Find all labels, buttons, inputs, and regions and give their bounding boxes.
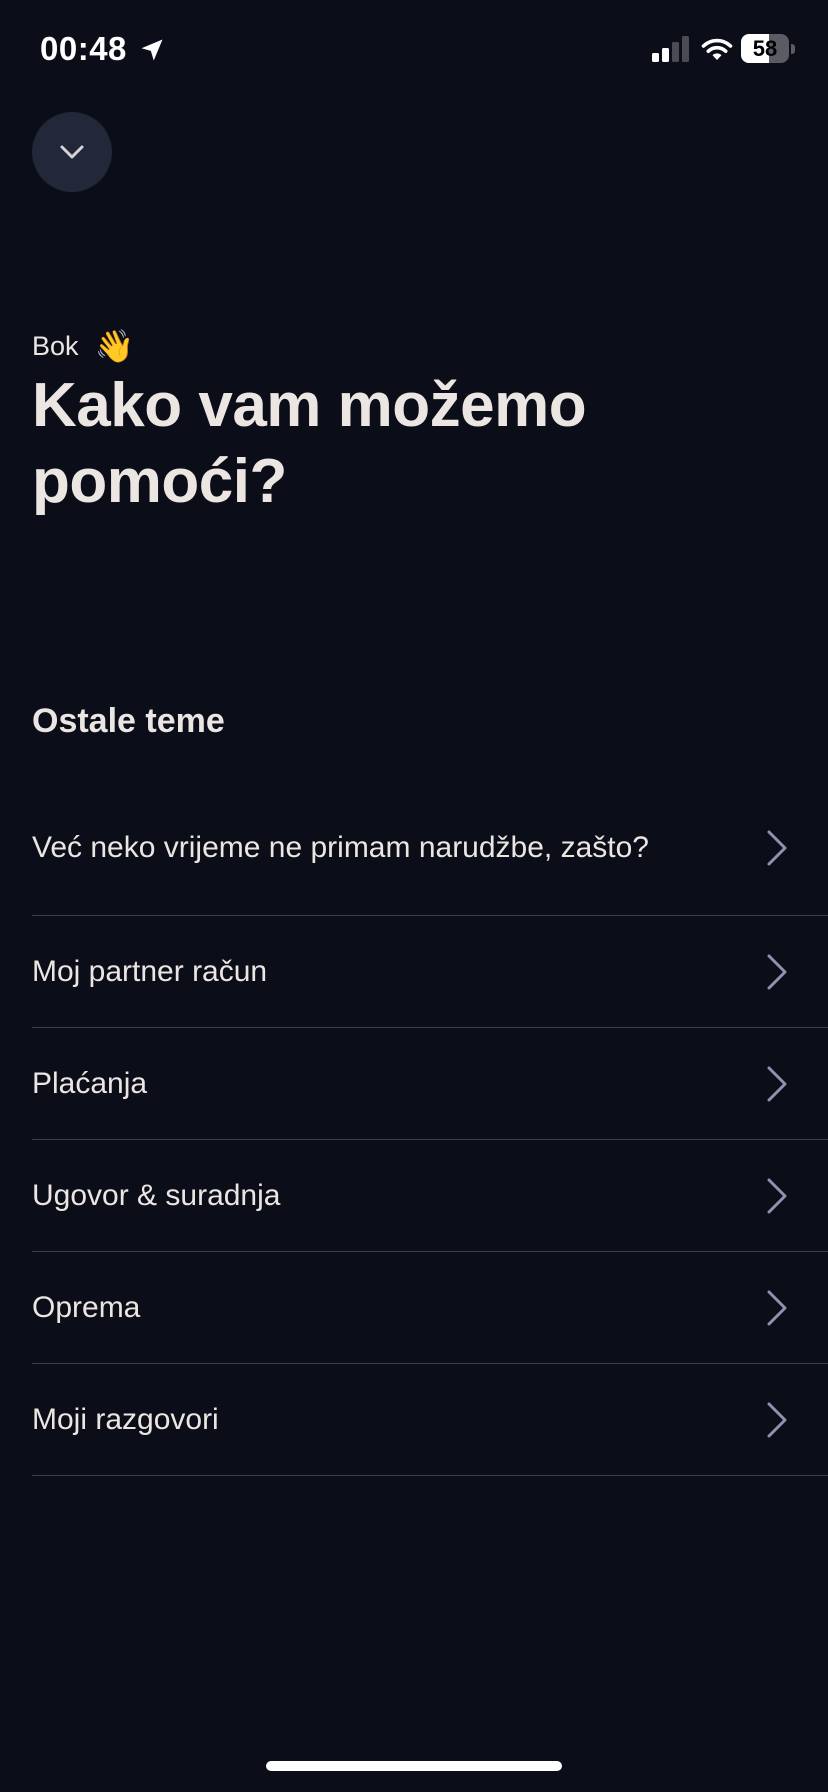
- chevron-right-icon: [767, 1066, 787, 1101]
- chevron-right-icon: [767, 1290, 787, 1325]
- topic-label: Ugovor & suradnja: [32, 1178, 281, 1212]
- topic-label: Plaćanja: [32, 1066, 148, 1100]
- battery-body: 58: [741, 34, 789, 63]
- battery-percent: 58: [752, 36, 778, 61]
- topic-label: Već neko vrijeme ne primam narudžbe, zaš…: [32, 830, 649, 864]
- section-title: Ostale teme: [32, 702, 225, 740]
- battery-cap: [791, 44, 795, 54]
- waving-hand-icon: 👋: [94, 327, 135, 365]
- topic-item-conversations[interactable]: Moji razgovori: [32, 1364, 828, 1476]
- chevron-down-icon: [60, 145, 84, 159]
- collapse-button[interactable]: [32, 112, 112, 192]
- battery-indicator: 58: [741, 34, 795, 63]
- chevron-right-icon: [767, 1178, 787, 1213]
- topic-label: Oprema: [32, 1290, 141, 1324]
- cellular-signal-icon: [652, 36, 689, 62]
- location-arrow-icon: [141, 39, 163, 61]
- topic-item-equipment[interactable]: Oprema: [32, 1252, 828, 1364]
- topic-item-payments[interactable]: Plaćanja: [32, 1028, 828, 1140]
- chevron-right-icon: [767, 830, 787, 865]
- topic-item-orders[interactable]: Već neko vrijeme ne primam narudžbe, zaš…: [32, 780, 828, 916]
- home-indicator[interactable]: [266, 1761, 562, 1771]
- topic-label: Moji razgovori: [32, 1402, 219, 1436]
- topic-label: Moj partner račun: [32, 954, 268, 988]
- topic-item-partner-account[interactable]: Moj partner račun: [32, 916, 828, 1028]
- chevron-right-icon: [767, 1402, 787, 1437]
- page-title: Kako vam možemo pomoći?: [32, 371, 587, 516]
- chevron-right-icon: [767, 954, 787, 989]
- topic-list: Već neko vrijeme ne primam narudžbe, zaš…: [32, 780, 828, 1476]
- status-time: 00:48: [40, 30, 127, 67]
- topic-item-contract[interactable]: Ugovor & suradnja: [32, 1140, 828, 1252]
- wifi-icon: [701, 38, 733, 60]
- status-bar: 00:48 58: [0, 0, 828, 100]
- greeting-text: Bok: [32, 330, 79, 361]
- greeting: Bok 👋: [32, 330, 134, 362]
